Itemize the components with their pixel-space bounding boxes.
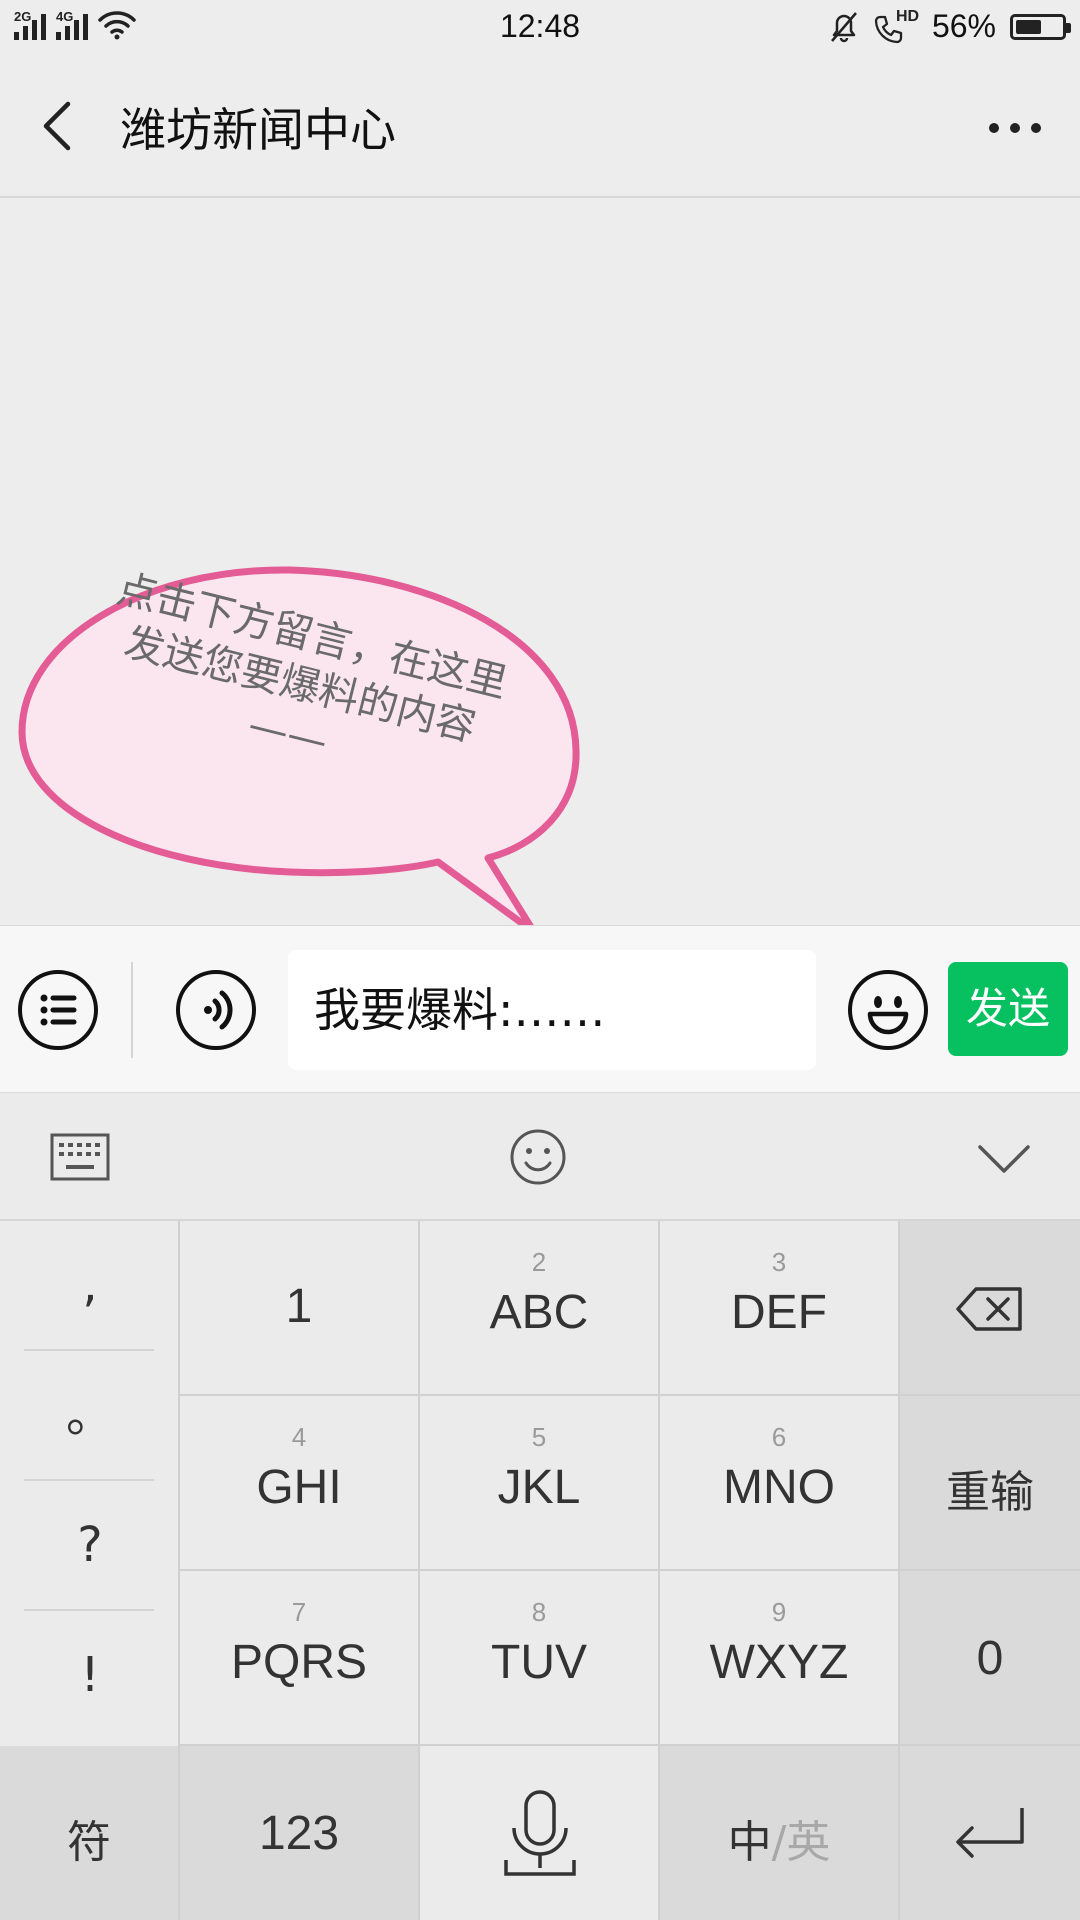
voice-icon — [204, 990, 233, 1030]
key-0[interactable]: 0 — [900, 1571, 1080, 1746]
battery-icon — [1010, 13, 1071, 40]
symbol-key-comma[interactable]: , — [0, 1221, 180, 1349]
more-button[interactable] — [980, 98, 1050, 158]
keyboard-icon[interactable] — [48, 1125, 112, 1189]
key-tuv[interactable]: 8 TUV — [420, 1571, 660, 1746]
nav-bar: 潍坊新闻中心 — [0, 56, 1080, 198]
symbol-key[interactable]: 符 — [0, 1746, 180, 1920]
voice-button[interactable] — [176, 970, 256, 1050]
emoji-icon — [867, 996, 909, 1035]
key-def[interactable]: 3 DEF — [660, 1221, 900, 1396]
message-input[interactable]: 我要爆料:…… — [288, 950, 816, 1070]
key-wxyz[interactable]: 9 WXYZ — [660, 1571, 900, 1746]
voice-input-key[interactable] — [420, 1746, 660, 1920]
menu-list-icon — [40, 994, 77, 1026]
enter-icon — [956, 1808, 1024, 1858]
num-key[interactable]: 123 — [180, 1746, 420, 1920]
lang-cn-label: 中 — [727, 1817, 772, 1868]
emoji-button[interactable] — [848, 970, 928, 1050]
symbol-key-exclaim[interactable]: ! — [0, 1611, 180, 1739]
input-divider — [131, 962, 133, 1058]
input-bar: 我要爆料:…… 发送 — [0, 925, 1080, 1093]
symbol-column: , 。 ? ! — [0, 1221, 180, 1746]
send-button[interactable]: 发送 — [948, 962, 1068, 1056]
lang-separator: / — [771, 1817, 787, 1868]
more-icon — [989, 123, 999, 133]
symbol-key-question[interactable]: ? — [0, 1481, 180, 1609]
chevron-down-icon[interactable] — [972, 1125, 1036, 1189]
key-pqrs[interactable]: 7 PQRS — [180, 1571, 420, 1746]
key-1[interactable]: 1 — [180, 1221, 420, 1396]
backspace-icon — [956, 1287, 1022, 1331]
symbol-key-period[interactable]: 。 — [0, 1351, 180, 1479]
enter-key[interactable] — [900, 1746, 1080, 1920]
back-button[interactable] — [30, 96, 90, 156]
reenter-key[interactable]: 重输 — [900, 1396, 1080, 1571]
smiley-icon[interactable] — [506, 1125, 570, 1189]
microphone-icon — [504, 1790, 576, 1876]
battery-percent: 56% — [931, 8, 996, 44]
hd-call-icon: HD — [874, 8, 919, 44]
key-jkl[interactable]: 5 JKL — [420, 1396, 660, 1571]
status-right: HD 56% — [828, 8, 1071, 45]
key-mno[interactable]: 6 MNO — [660, 1396, 900, 1571]
key-ghi[interactable]: 4 GHI — [180, 1396, 420, 1571]
key-abc[interactable]: 2 ABC — [420, 1221, 660, 1396]
status-bar: 2G 4G 12:48 HD 56% — [0, 0, 1080, 56]
lang-en-label: 英 — [786, 1817, 831, 1868]
language-toggle-key[interactable]: 中/英 — [660, 1746, 900, 1920]
mute-bell-icon — [831, 11, 857, 42]
menu-button[interactable] — [18, 970, 98, 1050]
back-icon — [43, 101, 71, 151]
backspace-key[interactable] — [900, 1221, 1080, 1396]
keyboard-toolbar — [0, 1093, 1080, 1221]
page-title: 潍坊新闻中心 — [120, 103, 396, 157]
